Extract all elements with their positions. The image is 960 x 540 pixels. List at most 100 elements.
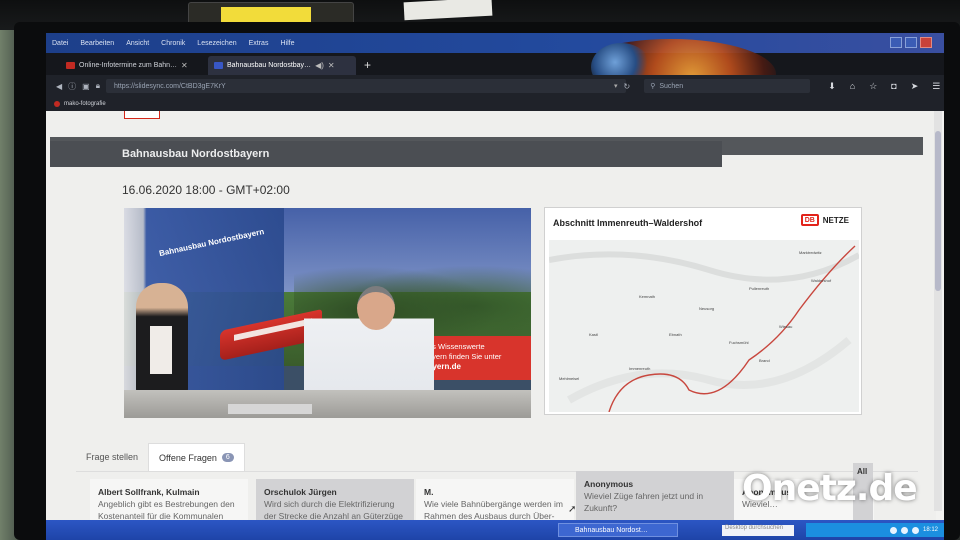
question-author: M. bbox=[424, 487, 434, 497]
bookmark-favicon-icon bbox=[54, 101, 60, 107]
question-author: Albert Sollfrank, Kulmain bbox=[98, 487, 200, 497]
navigation-bar: ◀ ⓘ ▣ 🔒︎ https://slidesync.com/CtBD3gE7K… bbox=[46, 75, 944, 97]
page-title: Bahnausbau Nordostbayern bbox=[122, 148, 270, 160]
close-tab-icon[interactable]: ✕ bbox=[328, 61, 335, 70]
event-datetime: 16.06.2020 18:00 - GMT+02:00 bbox=[122, 183, 290, 197]
bookmark-star-icon[interactable]: ☆ bbox=[869, 81, 877, 92]
taskbar-browser-button[interactable]: Bahnausbau Nordost… bbox=[558, 523, 678, 537]
presenter-man-head bbox=[357, 286, 395, 330]
banner-line-2: ayern finden Sie unter bbox=[428, 352, 502, 361]
toolbar-icons: ⬇ ⌂ ☆ ◘ ➤ ☰ bbox=[828, 81, 940, 92]
open-count-badge: 6 bbox=[221, 453, 234, 462]
menu-bar: Datei Bearbeiten Ansicht Chronik Lesezei… bbox=[46, 33, 944, 53]
bookmark-mako[interactable]: mako-fotografie bbox=[64, 101, 106, 107]
lock-icon[interactable]: 🔒︎ bbox=[96, 81, 100, 91]
mouse-cursor-icon: ➚ bbox=[568, 504, 577, 515]
back-icon[interactable]: ◀ bbox=[56, 82, 62, 91]
map-place: Ebnath bbox=[669, 332, 682, 337]
map-svg: Marktredwitz Waldershof Kemnath Immenreu… bbox=[549, 245, 859, 412]
tab-open-label: Offene Fragen bbox=[159, 452, 217, 463]
question-author: Orschulok Jürgen bbox=[264, 487, 337, 497]
hamburger-menu-icon[interactable]: ☰ bbox=[932, 81, 940, 92]
search-input[interactable]: ⚲ Suchen bbox=[644, 79, 811, 93]
map-area: Marktredwitz Waldershof Kemnath Immenreu… bbox=[549, 240, 859, 412]
url-dropdown-icon[interactable]: ▾ bbox=[614, 82, 618, 90]
search-placeholder: Suchen bbox=[659, 82, 684, 90]
new-tab-icon[interactable]: + bbox=[364, 58, 371, 72]
video-desk bbox=[124, 390, 531, 418]
browser-window: Datei Bearbeiten Ansicht Chronik Lesezei… bbox=[46, 33, 944, 540]
tab-online-infotermine[interactable]: Online-Infotermine zum Bahn… ✕ bbox=[60, 56, 208, 75]
close-window-button[interactable] bbox=[920, 37, 932, 48]
url-bar[interactable]: https://slidesync.com/CtBD3gE7KrY bbox=[105, 79, 626, 93]
menu-lesezeichen[interactable]: Lesezeichen bbox=[197, 40, 236, 47]
taskbar: Bahnausbau Nordost… Desktop durchsuchen … bbox=[46, 520, 944, 540]
tab-label: Online-Infotermine zum Bahn… bbox=[79, 62, 178, 69]
minimize-button[interactable] bbox=[890, 37, 902, 48]
db-logo-strip bbox=[124, 111, 160, 119]
tab-bar: Online-Infotermine zum Bahn… ✕ Bahnausba… bbox=[46, 53, 944, 75]
tray-network-icon[interactable] bbox=[889, 526, 897, 534]
scroll-thumb[interactable] bbox=[935, 131, 941, 291]
tray-security-icon[interactable] bbox=[911, 526, 919, 534]
download-icon[interactable]: ⬇ bbox=[828, 81, 836, 92]
speaker-icon[interactable]: ◀) bbox=[315, 61, 324, 70]
question-author: Anonymous bbox=[584, 479, 634, 489]
map-place: Neusorg bbox=[699, 306, 714, 311]
video-banner: es Wissenswerte ayern finden Sie unter a… bbox=[424, 336, 531, 380]
db-logo-box: DB bbox=[800, 214, 819, 226]
map-slide: Abschnitt Immenreuth–Waldershof DB NETZE… bbox=[544, 207, 862, 415]
menu-extras[interactable]: Extras bbox=[249, 40, 269, 47]
presenter-woman-shirt bbox=[150, 326, 172, 374]
send-icon[interactable]: ➤ bbox=[911, 81, 919, 92]
map-place: Pullenreuth bbox=[749, 286, 769, 291]
slidesync-favicon-icon bbox=[214, 62, 223, 69]
video-player[interactable]: Bahnausbau Nordostbayern es Wissenswerte… bbox=[124, 208, 531, 418]
map-place: Kastl bbox=[589, 332, 598, 337]
tab-bahnausbau[interactable]: Bahnausbau Nordostbay… ◀) ✕ bbox=[208, 56, 356, 75]
video-laptop bbox=[228, 404, 312, 414]
tray-volume-icon[interactable] bbox=[900, 526, 908, 534]
search-icon: ⚲ bbox=[650, 83, 656, 90]
sticky-note bbox=[221, 7, 311, 22]
taskbar-search-input[interactable]: Desktop durchsuchen bbox=[722, 525, 794, 536]
window-controls bbox=[890, 37, 932, 48]
info-icon[interactable]: ⓘ bbox=[68, 81, 76, 92]
map-place: Waldershof bbox=[811, 278, 832, 283]
maximize-button[interactable] bbox=[905, 37, 917, 48]
tab-ask-label: Frage stellen bbox=[86, 452, 139, 462]
bookmarks-bar: mako-fotografie bbox=[46, 97, 944, 111]
map-place: Marktredwitz bbox=[799, 250, 822, 255]
reload-icon[interactable]: ↻ bbox=[624, 82, 631, 91]
menu-ansicht[interactable]: Ansicht bbox=[126, 40, 149, 47]
tab-ask-question[interactable]: Frage stellen bbox=[76, 443, 148, 471]
menu-hilfe[interactable]: Hilfe bbox=[280, 40, 294, 47]
menu-datei[interactable]: Datei bbox=[52, 40, 68, 47]
menu-chronik[interactable]: Chronik bbox=[161, 40, 185, 47]
event-title-bar: Bahnausbau Nordostbayern bbox=[50, 141, 722, 167]
netze-label: NETZE bbox=[822, 215, 849, 225]
question-tabs: Frage stellen Offene Fragen 6 bbox=[76, 443, 245, 471]
map-place: Wiesau bbox=[779, 324, 792, 329]
tab-open-questions[interactable]: Offene Fragen 6 bbox=[148, 443, 245, 471]
url-text: https://slidesync.com/CtBD3gE7KrY bbox=[113, 82, 226, 90]
banner-line-1: es Wissenswerte bbox=[428, 342, 485, 351]
clock[interactable]: 18:12 bbox=[923, 527, 938, 533]
page-scrollbar[interactable] bbox=[934, 111, 942, 511]
db-favicon-icon bbox=[66, 62, 75, 69]
question-text: Wieviel Züge fahren jetzt und in Zukunft… bbox=[584, 491, 704, 513]
system-tray: 18:12 bbox=[806, 523, 944, 537]
close-tab-icon[interactable]: ✕ bbox=[181, 61, 188, 70]
map-place: Kemnath bbox=[639, 294, 655, 299]
home-icon[interactable]: ⌂ bbox=[850, 81, 855, 92]
camera-permission-icon[interactable]: ▣ bbox=[82, 82, 90, 91]
map-place: Immenreuth bbox=[629, 366, 650, 371]
menu-bearbeiten[interactable]: Bearbeiten bbox=[80, 40, 114, 47]
map-place: Brand bbox=[759, 358, 770, 363]
map-title: Abschnitt Immenreuth–Waldershof bbox=[553, 218, 703, 228]
db-netze-logo: DB NETZE bbox=[800, 214, 849, 226]
tab-label: Bahnausbau Nordostbay… bbox=[227, 62, 312, 69]
onetz-watermark: Onetz.de bbox=[742, 468, 918, 509]
map-place: Mehlmeisel bbox=[559, 376, 579, 381]
screenshot-icon[interactable]: ◘ bbox=[891, 81, 896, 92]
